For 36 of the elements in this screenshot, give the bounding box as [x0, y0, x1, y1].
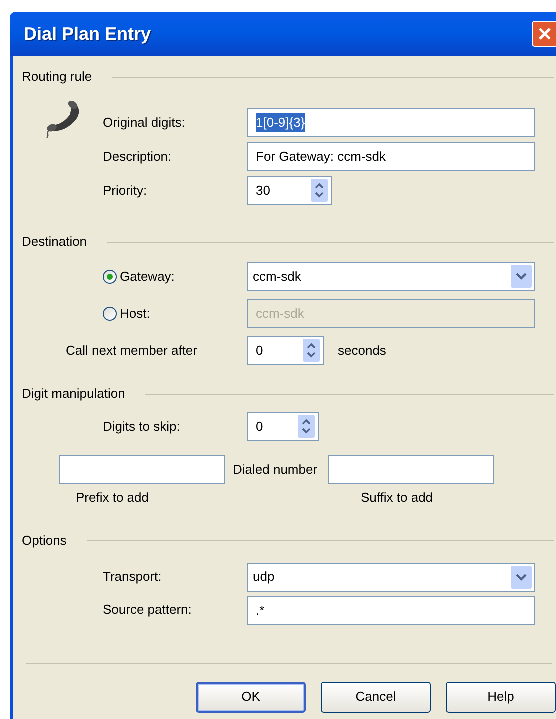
field-label: Source pattern: [103, 601, 192, 620]
input-field[interactable]: 1[0-9]{3} [247, 108, 535, 137]
spin-field[interactable]: 30 [247, 176, 332, 205]
field-label: Priority: [103, 182, 148, 200]
field-label: Prefix to add [76, 489, 149, 507]
dialog-button[interactable]: Help [446, 682, 556, 712]
spin-arrows-icon[interactable] [298, 415, 315, 438]
section-heading: Options [22, 532, 67, 550]
close-icon[interactable] [538, 27, 552, 41]
input-field[interactable]: For Gateway: ccm-sdk [247, 142, 535, 171]
field-label: Transport: [103, 568, 162, 586]
dialog-button[interactable]: Cancel [321, 682, 431, 712]
dialog-button[interactable]: OK [196, 682, 306, 712]
dropdown-field[interactable]: udp [247, 562, 535, 592]
window-title: Dial Plan Entry [24, 22, 152, 46]
spin-field[interactable]: 0 [247, 412, 319, 441]
field-label: Suffix to add [361, 489, 434, 507]
dialed-number-label: Dialed number [233, 460, 318, 479]
field-label: Description: [103, 148, 172, 166]
input-field[interactable]: .* [247, 596, 535, 624]
suffix-field[interactable] [328, 455, 494, 484]
dropdown-field[interactable]: ccm-sdk [247, 262, 535, 291]
prefix-field[interactable] [59, 455, 225, 484]
spin-arrows-icon[interactable] [311, 179, 328, 202]
radio-button[interactable] [103, 270, 117, 284]
field-label: Original digits: [103, 114, 186, 132]
field-label: Call next member after [66, 342, 198, 360]
radio-option[interactable]: Gateway: [103, 266, 175, 286]
section-heading: Digit manipulation [22, 385, 126, 404]
unit-label: seconds [338, 342, 386, 360]
section-heading: Destination [22, 233, 88, 252]
field-label: Digits to skip: [103, 418, 180, 436]
spin-field[interactable]: 0 [247, 336, 324, 365]
spin-arrows-icon[interactable] [303, 339, 320, 362]
section-heading: Routing rule [22, 68, 92, 86]
close-button[interactable] [532, 21, 556, 47]
